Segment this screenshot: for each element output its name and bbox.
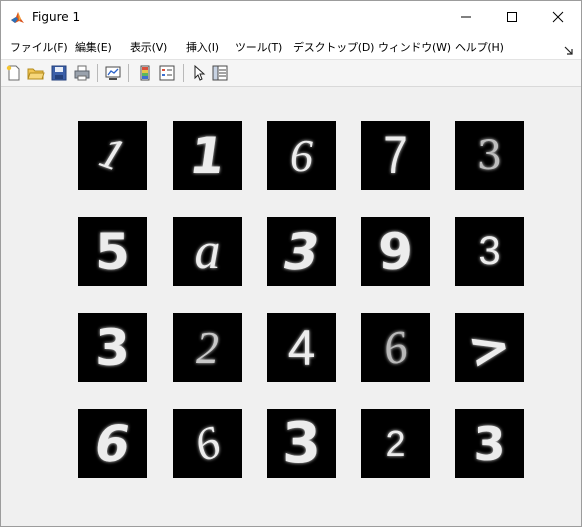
toolbar-separator (128, 64, 129, 82)
colorbar-icon[interactable] (136, 64, 154, 82)
figure-window: Figure 1 ファイル(F) 編集(E) 表示(V) 挿入(I) ツール(T… (0, 0, 582, 527)
digit-image: 3 (78, 313, 147, 382)
menu-help[interactable]: ヘルプ(H) (455, 39, 504, 55)
digit-image: 6 (173, 409, 242, 478)
window-title: Figure 1 (32, 10, 81, 24)
menu-window[interactable]: ウィンドウ(W) (378, 39, 451, 55)
menu-bar: ファイル(F) 編集(E) 表示(V) 挿入(I) ツール(T) デスクトップ(… (1, 33, 581, 60)
maximize-icon (507, 12, 517, 22)
maximize-button[interactable] (489, 1, 535, 33)
digit-image: 3 (267, 217, 336, 286)
menu-view[interactable]: 表示(V) (130, 39, 167, 55)
figure-canvas[interactable]: 1 1 6 7 3 5 a 3 9 3 3 2 4 6 > 6 6 3 2 3 (1, 87, 581, 526)
link-plot-icon[interactable] (104, 64, 122, 82)
digit-image: 2 (173, 313, 242, 382)
digit-image: 1 (173, 121, 242, 190)
digit-image: > (455, 313, 524, 382)
digit-image: 5 (78, 217, 147, 286)
digit-image: 4 (267, 313, 336, 382)
menu-edit[interactable]: 編集(E) (75, 39, 112, 55)
toolbar-separator (97, 64, 98, 82)
menu-file[interactable]: ファイル(F) (10, 39, 68, 55)
digit-image: 3 (455, 409, 524, 478)
matlab-icon (10, 10, 25, 25)
digit-image: 3 (267, 409, 336, 478)
close-button[interactable] (535, 1, 581, 33)
dock-arrow-icon[interactable] (564, 41, 574, 60)
new-figure-icon[interactable] (5, 64, 23, 82)
digit-image: 2 (361, 409, 430, 478)
minimize-button[interactable] (443, 1, 489, 33)
open-file-icon[interactable] (27, 64, 45, 82)
digit-image: 3 (455, 121, 524, 190)
menu-desktop[interactable]: デスクトップ(D) (293, 39, 374, 55)
digit-image: 9 (361, 217, 430, 286)
digit-image: 1 (78, 121, 147, 190)
digit-image: 6 (78, 409, 147, 478)
toolbar-separator (183, 64, 184, 82)
minimize-icon (461, 16, 471, 18)
digit-image: 7 (361, 121, 430, 190)
digit-image: 6 (267, 121, 336, 190)
save-icon[interactable] (50, 64, 68, 82)
close-icon (552, 11, 564, 23)
menu-insert[interactable]: 挿入(I) (186, 39, 219, 55)
edit-plot-icon[interactable] (190, 64, 208, 82)
property-inspector-icon[interactable] (211, 64, 229, 82)
print-icon[interactable] (73, 64, 91, 82)
digit-image: 6 (361, 313, 430, 382)
digit-image: 3 (455, 217, 524, 286)
legend-icon[interactable] (158, 64, 176, 82)
title-bar[interactable]: Figure 1 (1, 1, 581, 33)
figure-toolbar (1, 60, 581, 87)
menu-tools[interactable]: ツール(T) (235, 39, 282, 55)
digit-image: a (173, 217, 242, 286)
